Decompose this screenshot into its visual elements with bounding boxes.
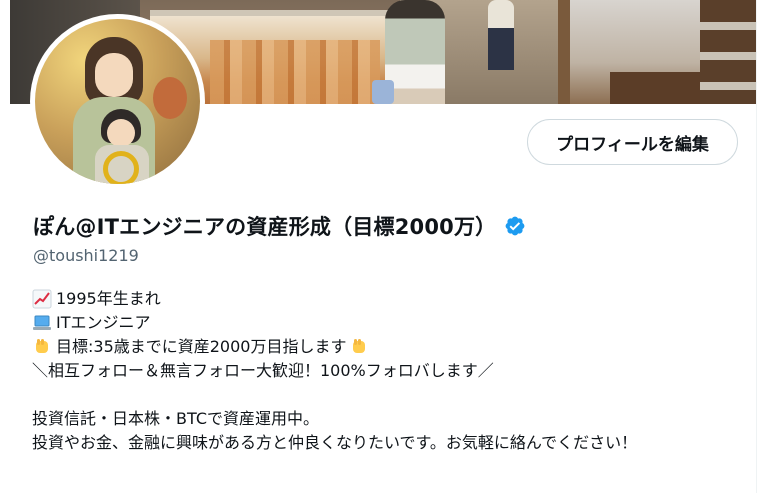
- bio-line: 投資信託・日本株・BTCで資産運用中。: [32, 407, 732, 431]
- bio-line: ITエンジニア: [32, 311, 732, 335]
- bio-line: 1995年生まれ: [32, 287, 732, 311]
- right-gutter: [756, 0, 766, 493]
- banner-wood-beam: [558, 0, 570, 104]
- bio-spacer: [32, 383, 732, 407]
- profile-name-row: ぽん@ITエンジニアの資産形成（目標2000万）: [33, 211, 526, 241]
- banner-person-background: [488, 0, 514, 70]
- bio-occupation: ITエンジニア: [56, 313, 151, 332]
- bio-birth-year: 1995年生まれ: [56, 289, 161, 308]
- profile-handle: @toushi1219: [33, 246, 139, 265]
- bio-invitation: 投資やお金、金融に興味がある方と仲良くなりたいです。お気軽に絡んでください！: [32, 433, 638, 452]
- display-name: ぽん@ITエンジニアの資産形成（目標2000万）: [33, 215, 497, 239]
- laptop-emoji-icon: [33, 315, 51, 330]
- bio-line: 目標:35歳までに資産2000万目指します: [32, 335, 732, 359]
- banner-person: [385, 0, 445, 104]
- avatar-bg-object: [153, 77, 187, 119]
- edit-profile-button[interactable]: プロフィールを編集: [527, 119, 738, 165]
- left-gutter: [0, 0, 10, 493]
- bio-line: 投資やお金、金融に興味がある方と仲良くなりたいです。お気軽に絡んでください！: [32, 431, 732, 479]
- banner-bread-tray: [210, 40, 380, 104]
- bio-follow-policy: ＼相互フォロー＆無言フォロー大歓迎！100%フォロバします／: [32, 359, 732, 383]
- verified-badge-icon[interactable]: [504, 215, 526, 237]
- profile-avatar[interactable]: [30, 14, 205, 189]
- bio-follow-text: ＼相互フォロー＆無言フォロー大歓迎！100%フォロバします／: [32, 361, 494, 380]
- bio-investments: 投資信託・日本株・BTCで資産運用中。: [32, 409, 319, 428]
- chart-increasing-emoji-icon: [32, 289, 52, 309]
- avatar-illustration: [35, 19, 200, 184]
- banner-shelf-right: [700, 0, 756, 104]
- banner-bag: [372, 80, 394, 104]
- profile-bio: 1995年生まれ ITエンジニア 目標:35歳までに資産2000万目指します ＼…: [32, 287, 732, 479]
- avatar-toy-wheel: [103, 151, 139, 184]
- avatar-mother-face: [95, 53, 133, 97]
- bio-goal: 目標:35歳までに資産2000万目指します: [56, 337, 347, 356]
- raised-fist-emoji-icon: [353, 339, 366, 353]
- raised-fist-emoji-icon: [36, 339, 48, 353]
- avatar-child-face: [107, 119, 135, 147]
